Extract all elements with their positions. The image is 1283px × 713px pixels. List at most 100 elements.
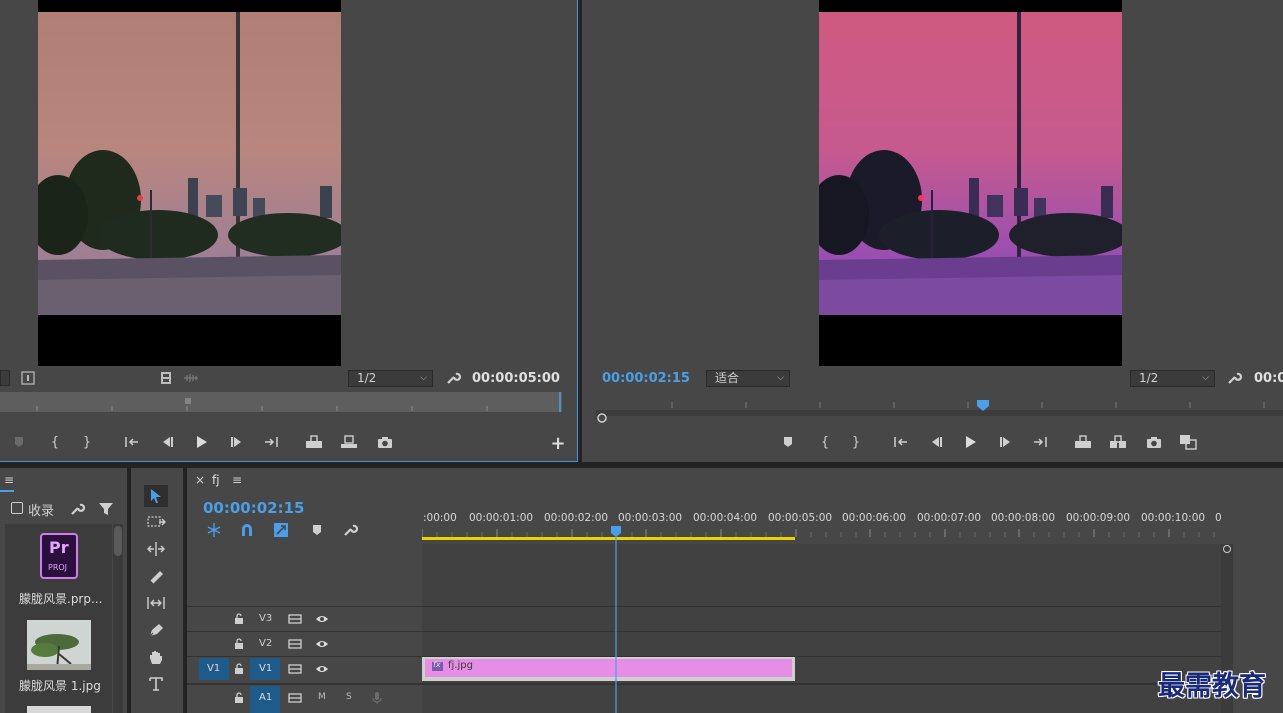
button-editor-plus-icon[interactable]: +: [550, 433, 565, 454]
time-ruler[interactable]: [422, 527, 1222, 541]
linked-selection-icon[interactable]: [273, 522, 289, 538]
track-name: V1: [259, 663, 273, 674]
source-patch-label: V1: [207, 663, 221, 674]
add-marker-icon[interactable]: [310, 523, 324, 537]
ripple-edit-tool-icon[interactable]: [146, 540, 166, 558]
program-resolution-value: 1/2: [1139, 371, 1159, 385]
ruler-label: 00:00:01:00: [469, 512, 534, 524]
track-separator: [187, 683, 1221, 685]
lock-icon[interactable]: [233, 637, 245, 651]
lock-icon[interactable]: [233, 691, 245, 705]
mark-out-icon[interactable]: }: [849, 435, 863, 450]
track-select-tool-icon[interactable]: [146, 513, 166, 531]
play-icon[interactable]: [964, 434, 978, 450]
clip-fj[interactable]: fx fj.jpg: [422, 657, 795, 681]
go-to-in-icon[interactable]: [124, 435, 140, 449]
step-forward-icon[interactable]: [999, 435, 1013, 449]
solo-button[interactable]: S: [346, 692, 352, 702]
ruler-label: 00:00:09:00: [1066, 512, 1131, 524]
comparison-view-icon[interactable]: [1179, 434, 1197, 450]
close-tab-icon[interactable]: ×: [195, 473, 205, 487]
audio-waveform-icon[interactable]: [183, 371, 199, 385]
watermark-logo: 最需教育: [1158, 671, 1266, 702]
wrench-icon[interactable]: [445, 370, 461, 386]
film-strip-icon[interactable]: [159, 371, 173, 385]
tab-menu-icon[interactable]: ≡: [232, 473, 242, 487]
razor-tool-icon[interactable]: [146, 567, 166, 585]
sequence-tab[interactable]: fj: [212, 473, 220, 487]
dropdown-edge[interactable]: [0, 370, 10, 386]
mark-in-icon[interactable]: {: [48, 435, 62, 450]
track-target-a1[interactable]: A1: [250, 686, 280, 713]
sync-lock-icon[interactable]: [288, 637, 302, 651]
wrench-icon[interactable]: [69, 501, 85, 517]
timeline-timecode[interactable]: 00:00:02:15: [203, 499, 305, 517]
mark-in-icon[interactable]: {: [818, 435, 832, 450]
program-resolution-select[interactable]: 1/2 ⌵: [1130, 370, 1215, 387]
project-item-name: 朦胧风景.prp...: [19, 592, 103, 606]
source-monitor: 1/2 ⌵ 00:00:05:00 { } +: [0, 0, 578, 462]
add-marker-icon[interactable]: [781, 435, 795, 449]
ruler-label: :00:00: [423, 512, 457, 524]
type-tool-icon[interactable]: [146, 674, 166, 694]
timeline-tracks-area: [422, 544, 1222, 713]
track-header-v3: V3: [187, 607, 422, 631]
sync-lock-icon[interactable]: [288, 662, 302, 676]
lock-icon[interactable]: [233, 612, 245, 626]
favorites-checkbox[interactable]: [11, 502, 23, 514]
hand-tool-icon[interactable]: [146, 648, 166, 666]
scroll-thumb[interactable]: [114, 526, 122, 556]
track-target-v1[interactable]: V1: [250, 658, 280, 680]
fit-select[interactable]: 适合 ⌵: [706, 370, 790, 387]
panel-menu-icon[interactable]: ≡: [4, 473, 14, 487]
insert-icon[interactable]: [305, 434, 323, 450]
add-marker-icon[interactable]: [12, 435, 26, 449]
playhead[interactable]: [610, 526, 622, 713]
snap-magnet-icon[interactable]: [239, 522, 255, 538]
project-item-name: 朦胧风景 1.jpg: [19, 679, 101, 693]
selection-tool-icon[interactable]: [144, 485, 168, 507]
project-item[interactable]: Pr PROJ: [40, 533, 78, 579]
project-panel: ≡ 收录 Pr PROJ 朦胧风景.prp... 朦胧风景 1.jpg: [0, 468, 127, 713]
slip-tool-icon[interactable]: [146, 594, 166, 612]
pen-tool-icon[interactable]: [146, 621, 166, 639]
export-frame-icon[interactable]: [377, 435, 393, 449]
source-scrub-bar[interactable]: [0, 392, 562, 412]
program-scrub-bar[interactable]: [582, 396, 1283, 424]
project-scrollbar[interactable]: [113, 524, 123, 713]
go-to-out-icon[interactable]: [263, 435, 279, 449]
source-timecode[interactable]: 00:00:05:00: [472, 371, 560, 386]
project-item-thumbnail[interactable]: [27, 620, 91, 670]
lift-icon[interactable]: [1074, 434, 1092, 450]
eye-icon[interactable]: [314, 612, 330, 626]
microphone-icon[interactable]: [370, 690, 384, 706]
sync-lock-icon[interactable]: [288, 612, 302, 626]
sync-lock-icon[interactable]: [288, 691, 302, 705]
extract-icon[interactable]: [1109, 434, 1127, 450]
play-icon[interactable]: [195, 434, 209, 450]
scroll-handle[interactable]: [1223, 545, 1231, 553]
eye-icon[interactable]: [314, 662, 330, 676]
go-to-out-icon[interactable]: [1032, 435, 1048, 449]
overwrite-icon[interactable]: [340, 434, 358, 450]
program-timecode[interactable]: 00:00:02:15: [602, 371, 690, 386]
mark-out-icon[interactable]: }: [80, 435, 94, 450]
step-back-icon[interactable]: [160, 435, 174, 449]
eye-icon[interactable]: [314, 637, 330, 651]
filter-icon[interactable]: [98, 501, 114, 517]
source-patch-v1[interactable]: V1: [199, 658, 229, 680]
project-item-thumbnail-partial[interactable]: [27, 706, 91, 713]
export-frame-icon[interactable]: [1146, 435, 1162, 449]
wrench-icon[interactable]: [1226, 370, 1242, 386]
aspect-toggle-icon[interactable]: [21, 371, 35, 385]
go-to-in-icon[interactable]: [893, 435, 909, 449]
nest-toggle-icon[interactable]: [206, 522, 222, 538]
step-forward-icon[interactable]: [230, 435, 244, 449]
mute-button[interactable]: M: [318, 692, 326, 702]
wrench-icon[interactable]: [342, 522, 358, 538]
source-resolution-select[interactable]: 1/2 ⌵: [348, 370, 433, 387]
lock-icon[interactable]: [233, 662, 245, 676]
tools-panel: [131, 468, 183, 713]
fit-value: 适合: [715, 371, 740, 385]
step-back-icon[interactable]: [929, 435, 943, 449]
